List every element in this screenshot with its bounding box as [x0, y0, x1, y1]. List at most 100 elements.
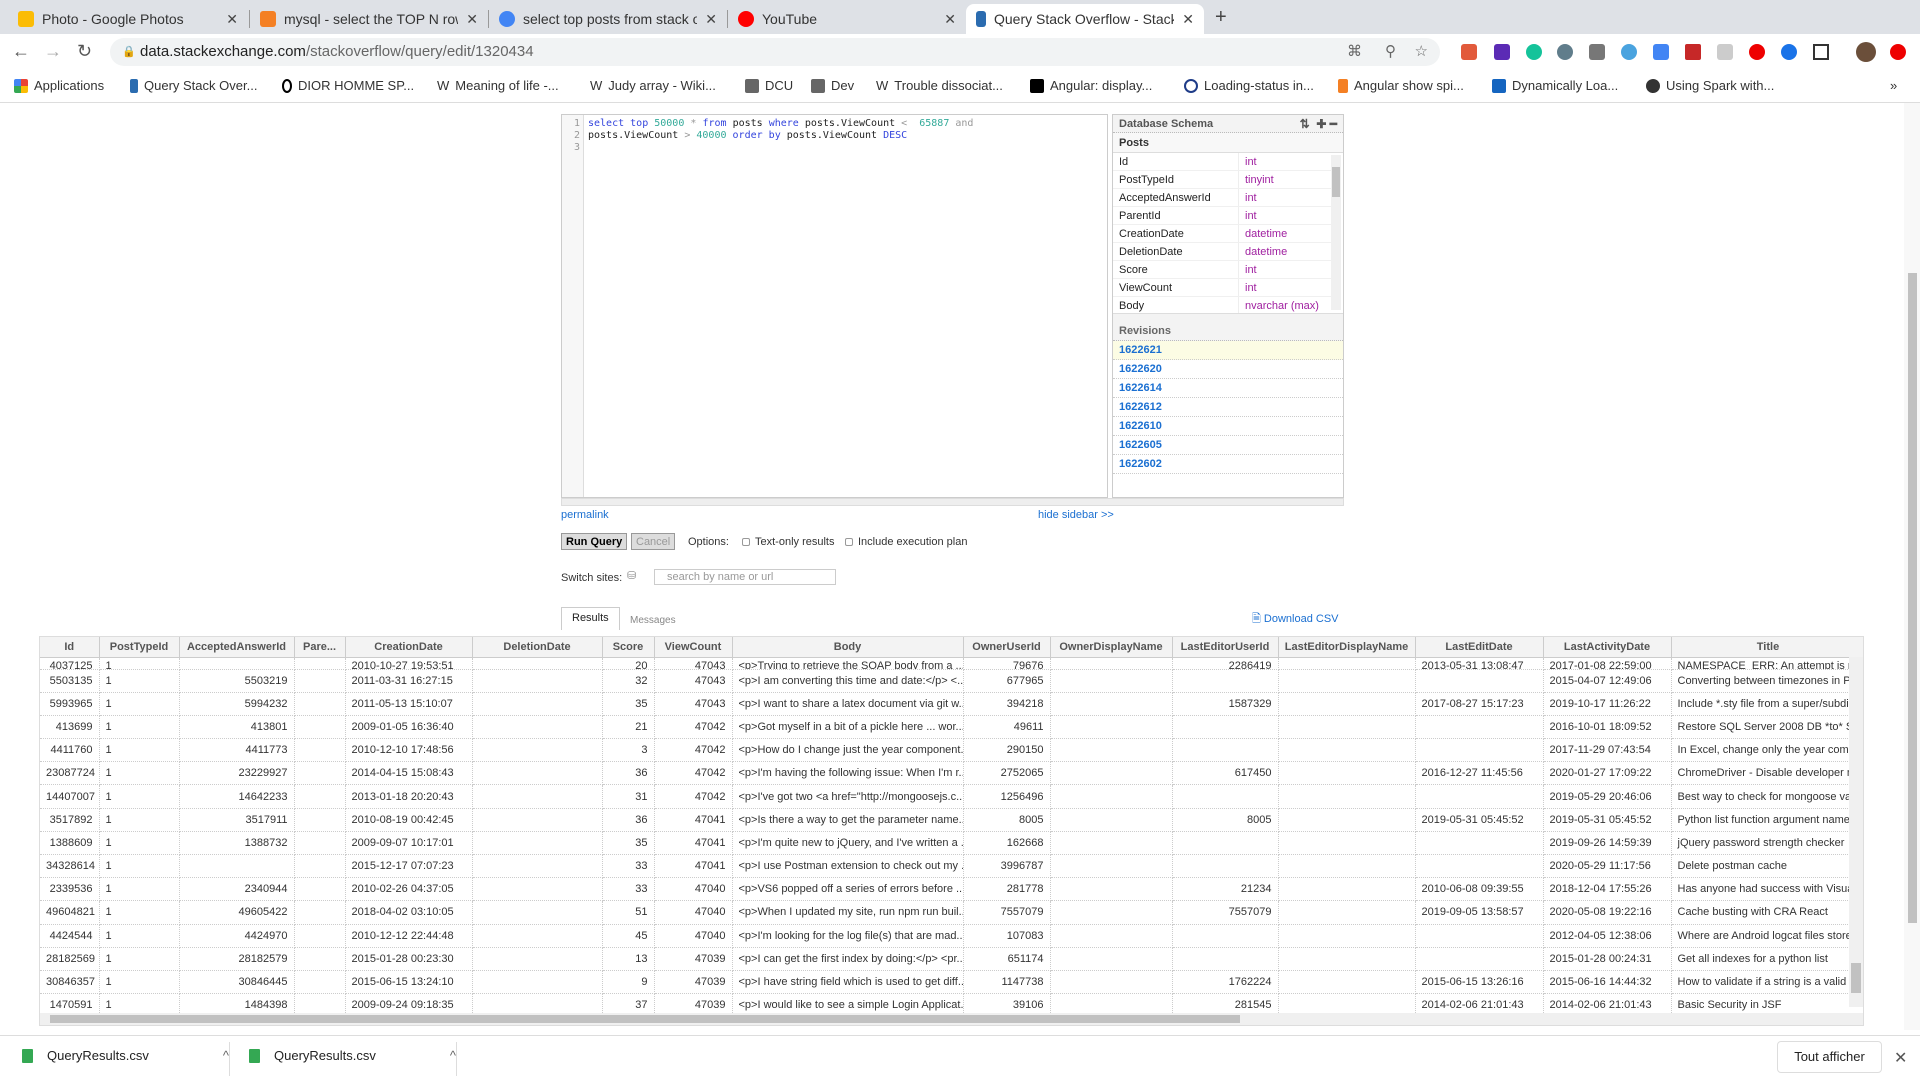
column-header[interactable]: AcceptedAnswerId	[179, 637, 295, 658]
update-icon[interactable]	[1890, 44, 1906, 60]
column-header[interactable]: Title	[1671, 637, 1863, 658]
bookmark-item[interactable]: W Judy array - Wiki...	[590, 78, 716, 93]
table-row[interactable]: 23087724 1 23229927 2014-04-15 15:08:43 36 47…	[40, 761, 1863, 786]
extension-icon[interactable]	[1589, 44, 1605, 60]
schema-table-posts[interactable]: Posts	[1113, 133, 1343, 153]
show-all-downloads-button[interactable]: Tout afficher	[1777, 1041, 1882, 1073]
column-header[interactable]: LastEditDate	[1415, 637, 1544, 658]
download-item[interactable]: QueryResults.csv ^	[22, 1048, 229, 1063]
permalink-link[interactable]: permalink	[561, 509, 609, 521]
tab-mysql-top-n[interactable]: mysql - select the TOP N rows ✕	[250, 4, 488, 34]
opera-icon[interactable]	[1749, 44, 1765, 60]
table-row[interactable]: 3517892 1 3517911 2010-08-19 00:42:45 36 4704…	[40, 808, 1863, 832]
bookmarks-overflow-icon[interactable]: »	[1890, 78, 1897, 93]
translate-icon[interactable]: ⌘	[1347, 38, 1362, 66]
close-tab-icon[interactable]: ✕	[705, 11, 717, 28]
close-tab-icon[interactable]: ✕	[466, 11, 478, 28]
column-header[interactable]: CreationDate	[345, 637, 473, 658]
forward-icon[interactable]: →	[44, 41, 62, 62]
extension-icon[interactable]	[1685, 44, 1701, 60]
grid-horizontal-scrollbar[interactable]	[40, 1013, 1863, 1025]
table-row[interactable]: 14407007 1 14642233 2013-01-18 20:20:43 31 47…	[40, 784, 1863, 809]
column-header[interactable]: OwnerDisplayName	[1050, 637, 1173, 658]
column-header[interactable]: ViewCount	[654, 637, 733, 658]
bookmark-item[interactable]: W Meaning of life -...	[437, 78, 559, 93]
extension-icon[interactable]	[1621, 44, 1637, 60]
bookmark-item[interactable]: Query Stack Over...	[130, 78, 257, 93]
grammarly-icon[interactable]	[1526, 44, 1542, 60]
column-header[interactable]: LastActivityDate	[1543, 637, 1672, 658]
table-row[interactable]: 4037125 1 2010-10-27 19:53:51 20 47043 <p>Try…	[40, 657, 1863, 670]
download-item[interactable]: QueryResults.csv ^	[249, 1048, 456, 1063]
column-header[interactable]: Body	[732, 637, 964, 658]
table-row[interactable]: 413699 1 413801 2009-01-05 16:36:40 21 47042 <…	[40, 715, 1863, 740]
extension-icon[interactable]	[1461, 44, 1477, 60]
column-header[interactable]: Id	[40, 637, 100, 658]
close-downloads-icon[interactable]: ✕	[1894, 1048, 1907, 1068]
table-row[interactable]: 34328614 1 2015-12-17 07:07:23 33 47041 <p>I …	[40, 854, 1863, 879]
revision-link[interactable]: 1622621	[1113, 341, 1343, 360]
page-scrollbar[interactable]	[1904, 103, 1920, 1030]
close-tab-icon[interactable]: ✕	[944, 11, 956, 28]
column-header[interactable]: DeletionDate	[472, 637, 603, 658]
download-csv-link[interactable]: 🗎 Download CSV	[1252, 610, 1339, 629]
bookmark-item[interactable]: Dynamically Loa...	[1492, 78, 1618, 93]
table-row[interactable]: 30846357 1 30846445 2015-06-15 13:24:10 9 470…	[40, 970, 1863, 995]
table-row[interactable]: 49604821 1 49605422 2018-04-02 03:10:05 51 47…	[40, 900, 1863, 925]
column-header[interactable]: Pare...	[294, 637, 346, 658]
extension-icon[interactable]	[1494, 44, 1510, 60]
extension-icon[interactable]	[1781, 44, 1797, 60]
hide-sidebar-link[interactable]: hide sidebar >>	[1038, 509, 1114, 521]
tab-youtube[interactable]: YouTube ✕	[728, 4, 966, 34]
column-header[interactable]: OwnerUserId	[963, 637, 1051, 658]
revision-link[interactable]: 1622614	[1113, 379, 1343, 398]
site-search-input[interactable]: search by name or url	[654, 569, 836, 585]
tab-query-stack-overflow[interactable]: Query Stack Overflow - Stack ✕	[966, 4, 1204, 34]
sort-az-icon[interactable]: ⇅	[1300, 117, 1310, 131]
revision-link[interactable]: 1622605	[1113, 436, 1343, 455]
editor-resize-handle[interactable]	[561, 498, 1344, 506]
column-header[interactable]: PostTypeId	[99, 637, 180, 658]
bookmark-item[interactable]: Angular show spi...	[1338, 78, 1464, 93]
column-header[interactable]: LastEditorUserId	[1172, 637, 1279, 658]
bookmark-folder-dcu[interactable]: DCU	[745, 78, 793, 93]
revision-link[interactable]: 1622620	[1113, 360, 1343, 379]
table-row[interactable]: 1388609 1 1388732 2009-09-07 10:17:01 35 4704…	[40, 831, 1863, 856]
bookmark-item[interactable]: DIOR HOMME SP...	[282, 78, 414, 93]
text-only-checkbox[interactable]: Text-only results	[742, 536, 834, 548]
close-tab-icon[interactable]: ✕	[1182, 11, 1194, 28]
bookmark-applications[interactable]: Applications	[14, 78, 104, 93]
column-header[interactable]: LastEditorDisplayName	[1278, 637, 1416, 658]
bookmark-item[interactable]: Loading-status in...	[1184, 78, 1314, 93]
avatar[interactable]	[1856, 42, 1876, 62]
sql-code[interactable]: select top 50000 * from posts where post…	[588, 118, 973, 142]
cancel-button[interactable]: Cancel	[631, 533, 676, 550]
collapse-icon[interactable]: ━	[1330, 117, 1337, 131]
table-row[interactable]: 4424544 1 4424970 2010-12-12 22:44:48 45 4704…	[40, 924, 1863, 948]
run-query-button[interactable]: Run Query	[561, 533, 628, 550]
close-tab-icon[interactable]: ✕	[226, 11, 238, 28]
table-row[interactable]: 4411760 1 4411773 2010-12-10 17:48:56 3 47042…	[40, 738, 1863, 763]
bookmark-folder-dev[interactable]: Dev	[811, 78, 854, 93]
expand-icon[interactable]: ✚	[1316, 117, 1326, 131]
tab-results[interactable]: Results	[561, 607, 620, 630]
revision-link[interactable]: 1622612	[1113, 398, 1343, 417]
google-translate-icon[interactable]	[1653, 44, 1669, 60]
column-header[interactable]: Score	[602, 637, 655, 658]
url-input[interactable]: 🔒 data.stackexchange.com/stackoverflow/qu…	[110, 38, 1440, 66]
table-row[interactable]: 28182569 1 28182579 2015-01-28 00:23:30 13 47…	[40, 947, 1863, 971]
schema-resize-handle[interactable]	[1113, 313, 1343, 321]
extension-icon[interactable]	[1717, 44, 1733, 60]
schema-scrollbar[interactable]	[1331, 155, 1341, 310]
tab-messages[interactable]: Messages	[620, 611, 686, 634]
extension-icon[interactable]	[1813, 44, 1829, 60]
stackoverflow-site-icon[interactable]: ⛁	[627, 569, 636, 582]
table-row[interactable]: 5993965 1 5994232 2011-05-13 15:10:07 35 4704…	[40, 692, 1863, 716]
table-row[interactable]: 5503135 1 5503219 2011-03-31 16:27:15 32 4704…	[40, 669, 1863, 693]
back-icon[interactable]: ←	[12, 41, 30, 62]
reload-icon[interactable]: ↻	[77, 41, 92, 62]
table-row[interactable]: 2339536 1 2340944 2010-02-26 04:37:05 33 4704…	[40, 877, 1863, 902]
zoom-icon[interactable]: ⚲	[1385, 38, 1396, 66]
bookmark-star-icon[interactable]: ☆	[1415, 38, 1428, 66]
grid-vertical-scrollbar[interactable]	[1849, 657, 1863, 1007]
